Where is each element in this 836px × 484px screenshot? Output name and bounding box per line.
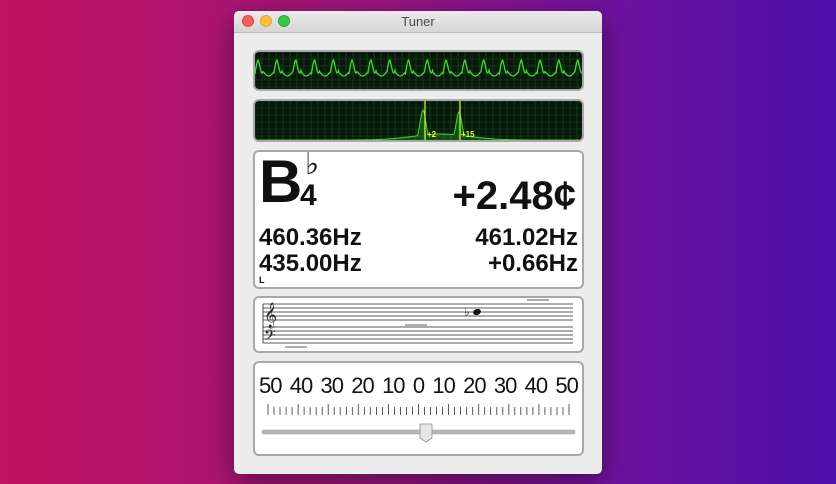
scope-grid [255, 52, 582, 89]
measured-frequency: 460.36Hz [259, 224, 362, 251]
peak-label-2: +15 [461, 130, 475, 139]
meter-slider-thumb[interactable] [419, 423, 433, 443]
staff-graphic: 𝄞 𝄢 ♭ [262, 299, 573, 348]
peak-label-1: +2 [427, 130, 437, 139]
meter-ticks [267, 404, 570, 415]
note-name: B [259, 148, 303, 215]
tuner-window: Tuner +2 +15 B ♭ 4 +2.48¢ 460.36Hz 461.0… [234, 11, 602, 474]
waveform-scope [253, 50, 584, 91]
staff-flat-icon: ♭ [464, 305, 470, 319]
waveform-graph [255, 52, 582, 89]
frequency-difference: +0.66Hz [487, 250, 578, 277]
status-flag: L [259, 275, 265, 285]
window-title: Tuner [401, 14, 435, 29]
treble-clef-icon: 𝄞 [264, 302, 277, 328]
note-readout: B ♭ 4 +2.48¢ 460.36Hz 461.02Hz 435.00Hz … [253, 150, 584, 289]
music-staff: 𝄞 𝄢 ♭ [253, 296, 584, 353]
spectrum-graph: +2 +15 [255, 101, 582, 140]
reference-frequency: 461.02Hz [475, 224, 578, 251]
staff-lines [263, 303, 573, 344]
title-bar: Tuner [234, 11, 602, 33]
standard-pitch: 435.00Hz [259, 250, 362, 277]
note-head [473, 308, 481, 316]
meter-track [261, 429, 576, 435]
tuning-meter: 50 40 30 20 10 0 10 20 30 40 50 [253, 361, 584, 456]
cents-deviation: +2.48¢ [452, 174, 576, 218]
note-octave: 4 [300, 179, 317, 212]
spectrum-display: +2 +15 [253, 99, 584, 142]
note-accidental: ♭ [305, 148, 320, 181]
meter-graphic [261, 404, 576, 443]
bass-clef-icon: 𝄢 [264, 327, 276, 348]
